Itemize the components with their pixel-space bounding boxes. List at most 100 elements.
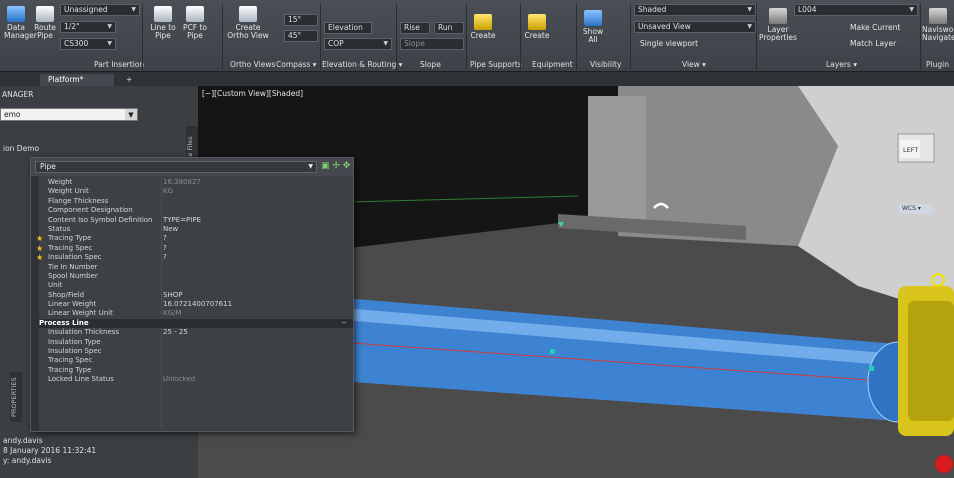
rise-field[interactable]: Rise [400, 22, 430, 34]
property-row[interactable]: Flange Thickness [39, 197, 353, 206]
layer-properties-button[interactable]: Layer Properties [758, 8, 798, 42]
property-value[interactable]: 16.380827 [163, 178, 201, 187]
property-value[interactable]: ? [163, 253, 167, 262]
property-row[interactable]: Tracing Spec [39, 356, 353, 365]
property-name: Unit [48, 281, 63, 290]
property-row[interactable]: Status New [39, 225, 353, 234]
spec-combo[interactable]: CS300 ▼ [60, 38, 116, 50]
run-field[interactable]: Run [434, 22, 464, 34]
create-equipment-button[interactable]: Create [522, 14, 552, 40]
collapse-icon[interactable]: − [341, 319, 347, 328]
single-viewport-button[interactable]: Single viewport [640, 40, 710, 48]
tree-node-project[interactable]: ion Demo [3, 144, 39, 153]
palette-tool-icons[interactable]: ▣ ✢ ✥ [321, 161, 350, 171]
property-row[interactable]: Linear Weight Unit KG/M [39, 309, 353, 318]
property-row[interactable]: ★ Insulation Spec? [36, 253, 353, 262]
elevation-combo[interactable]: Elevation [324, 22, 372, 34]
size-combo[interactable]: 1/2" ▼ [60, 21, 116, 33]
property-row[interactable]: Unit [39, 281, 353, 290]
chevron-down-icon: ▼ [383, 40, 388, 47]
property-name: Tracing Spec [48, 356, 93, 365]
property-row[interactable]: Component Designation [39, 206, 353, 215]
property-value[interactable]: New [163, 225, 178, 234]
property-value[interactable]: TYPE=PIPE [163, 216, 201, 225]
property-value[interactable]: KG/M [163, 309, 181, 318]
single-viewport-label: Single viewport [640, 39, 699, 48]
angle-combo[interactable]: 15° [284, 14, 318, 26]
project-combo-value: emo [4, 110, 21, 119]
property-row[interactable]: Insulation Spec [39, 347, 353, 356]
separator [630, 4, 631, 70]
section-header[interactable]: Process Line − [39, 318, 353, 329]
properties-tab[interactable]: PROPERTIES [10, 372, 22, 422]
navisworks-button[interactable]: Naviswork Navigate [922, 8, 954, 42]
angle-combo-2[interactable]: 45° [284, 30, 318, 42]
property-name: Status [48, 224, 71, 233]
create-support-button[interactable]: Create [468, 14, 498, 40]
property-name: Insulation Spec [48, 347, 102, 356]
property-value[interactable]: SHOP [163, 291, 182, 300]
property-value[interactable]: Unlocked [163, 375, 195, 384]
properties-palette: Pipe ▼ ▣ ✢ ✥ Weight 16.380827 Weight Unit K… [30, 157, 354, 432]
property-value[interactable]: KG [163, 187, 173, 196]
property-row[interactable]: ★ Tracing Spec? [36, 244, 353, 253]
property-row[interactable]: Insulation Type [39, 338, 353, 347]
property-row[interactable]: Linear Weight 16.0721400707611 [39, 300, 353, 309]
property-name: Linear Weight Unit [48, 309, 113, 318]
show-all-button[interactable]: Show All [580, 10, 606, 44]
property-row[interactable]: Locked Line Status Unlocked [39, 375, 353, 384]
panel-view[interactable]: View ▾ [682, 60, 706, 69]
create-ortho-view-button[interactable]: Create Ortho View [226, 6, 270, 40]
object-type-select[interactable]: Pipe ▼ [35, 161, 317, 173]
property-row[interactable]: Tracing Type [39, 366, 353, 375]
property-value[interactable]: ? [163, 244, 167, 253]
property-value[interactable]: 16.0721400707611 [163, 300, 232, 309]
visual-style-value: Shaded [638, 5, 667, 14]
property-row[interactable]: Content Iso Symbol Definition TYPE=PIPE [39, 216, 353, 225]
property-row[interactable]: ★ Tracing Type? [36, 234, 353, 243]
route-pipe-icon [36, 6, 54, 22]
angle-combo2-value: 45° [288, 31, 302, 40]
pcf-to-pipe-button[interactable]: PCF to Pipe [180, 6, 210, 40]
viewcube-face[interactable]: LEFT [903, 146, 918, 154]
property-row[interactable]: Insulation Thickness 25 - 25 [39, 328, 353, 337]
cop-combo[interactable]: COP ▼ [324, 38, 392, 50]
service-combo[interactable]: Unassigned ▼ [60, 4, 140, 16]
data-manager-button[interactable]: Data Manager [4, 6, 37, 40]
tab-platform[interactable]: Platform* [40, 74, 114, 86]
ribbon: Data Manager Route Pipe Unassigned ▼ 1/2"… [0, 0, 954, 72]
ortho-view-icon [239, 6, 257, 22]
property-row[interactable]: Tie In Number [39, 263, 353, 272]
new-tab-button[interactable]: + [118, 74, 140, 86]
property-value[interactable]: ? [163, 234, 167, 243]
separator [320, 4, 321, 70]
viewport-label[interactable]: [−][Custom View][Shaded] [202, 89, 303, 98]
make-current-button[interactable]: Make Current [850, 24, 910, 32]
slope-field[interactable]: Slope [400, 38, 464, 50]
property-row[interactable]: Weight Unit KG [39, 187, 353, 196]
panel-part-insertion: Part Insertion [94, 60, 145, 69]
separator [466, 4, 467, 70]
panel-elevation-routing[interactable]: Elevation & Routing ▾ [322, 60, 402, 69]
navisworks-label: Naviswork Navigate [922, 25, 954, 42]
property-name: Tracing Type [48, 365, 92, 374]
route-pipe-button[interactable]: Route Pipe [32, 6, 58, 40]
project-combo[interactable]: emo ▼ [0, 108, 138, 121]
match-layer-button[interactable]: Match Layer [850, 40, 910, 48]
section-title: Process Line [39, 318, 89, 327]
property-name: Spool Number [48, 271, 98, 280]
property-value[interactable]: 25 - 25 [163, 328, 188, 337]
visual-style-combo[interactable]: Shaded ▼ [634, 4, 756, 16]
property-row[interactable]: Spool Number [39, 272, 353, 281]
property-row[interactable]: Shop/Field SHOP [39, 291, 353, 300]
line-to-pipe-button[interactable]: Line to Pipe [148, 6, 178, 40]
layer-combo[interactable]: L004 ▼ [794, 4, 918, 16]
panel-plugin: Plugin [926, 60, 949, 69]
wcs-menu[interactable]: WCS ▾ [902, 205, 921, 212]
layer-combo-value: L004 [798, 5, 817, 14]
panel-layers[interactable]: Layers ▾ [826, 60, 857, 69]
flange-face [908, 301, 954, 421]
property-row[interactable]: Weight 16.380827 [39, 178, 353, 187]
panel-compass[interactable]: Compass ▾ [276, 60, 316, 69]
view-combo[interactable]: Unsaved View ▼ [634, 21, 756, 33]
